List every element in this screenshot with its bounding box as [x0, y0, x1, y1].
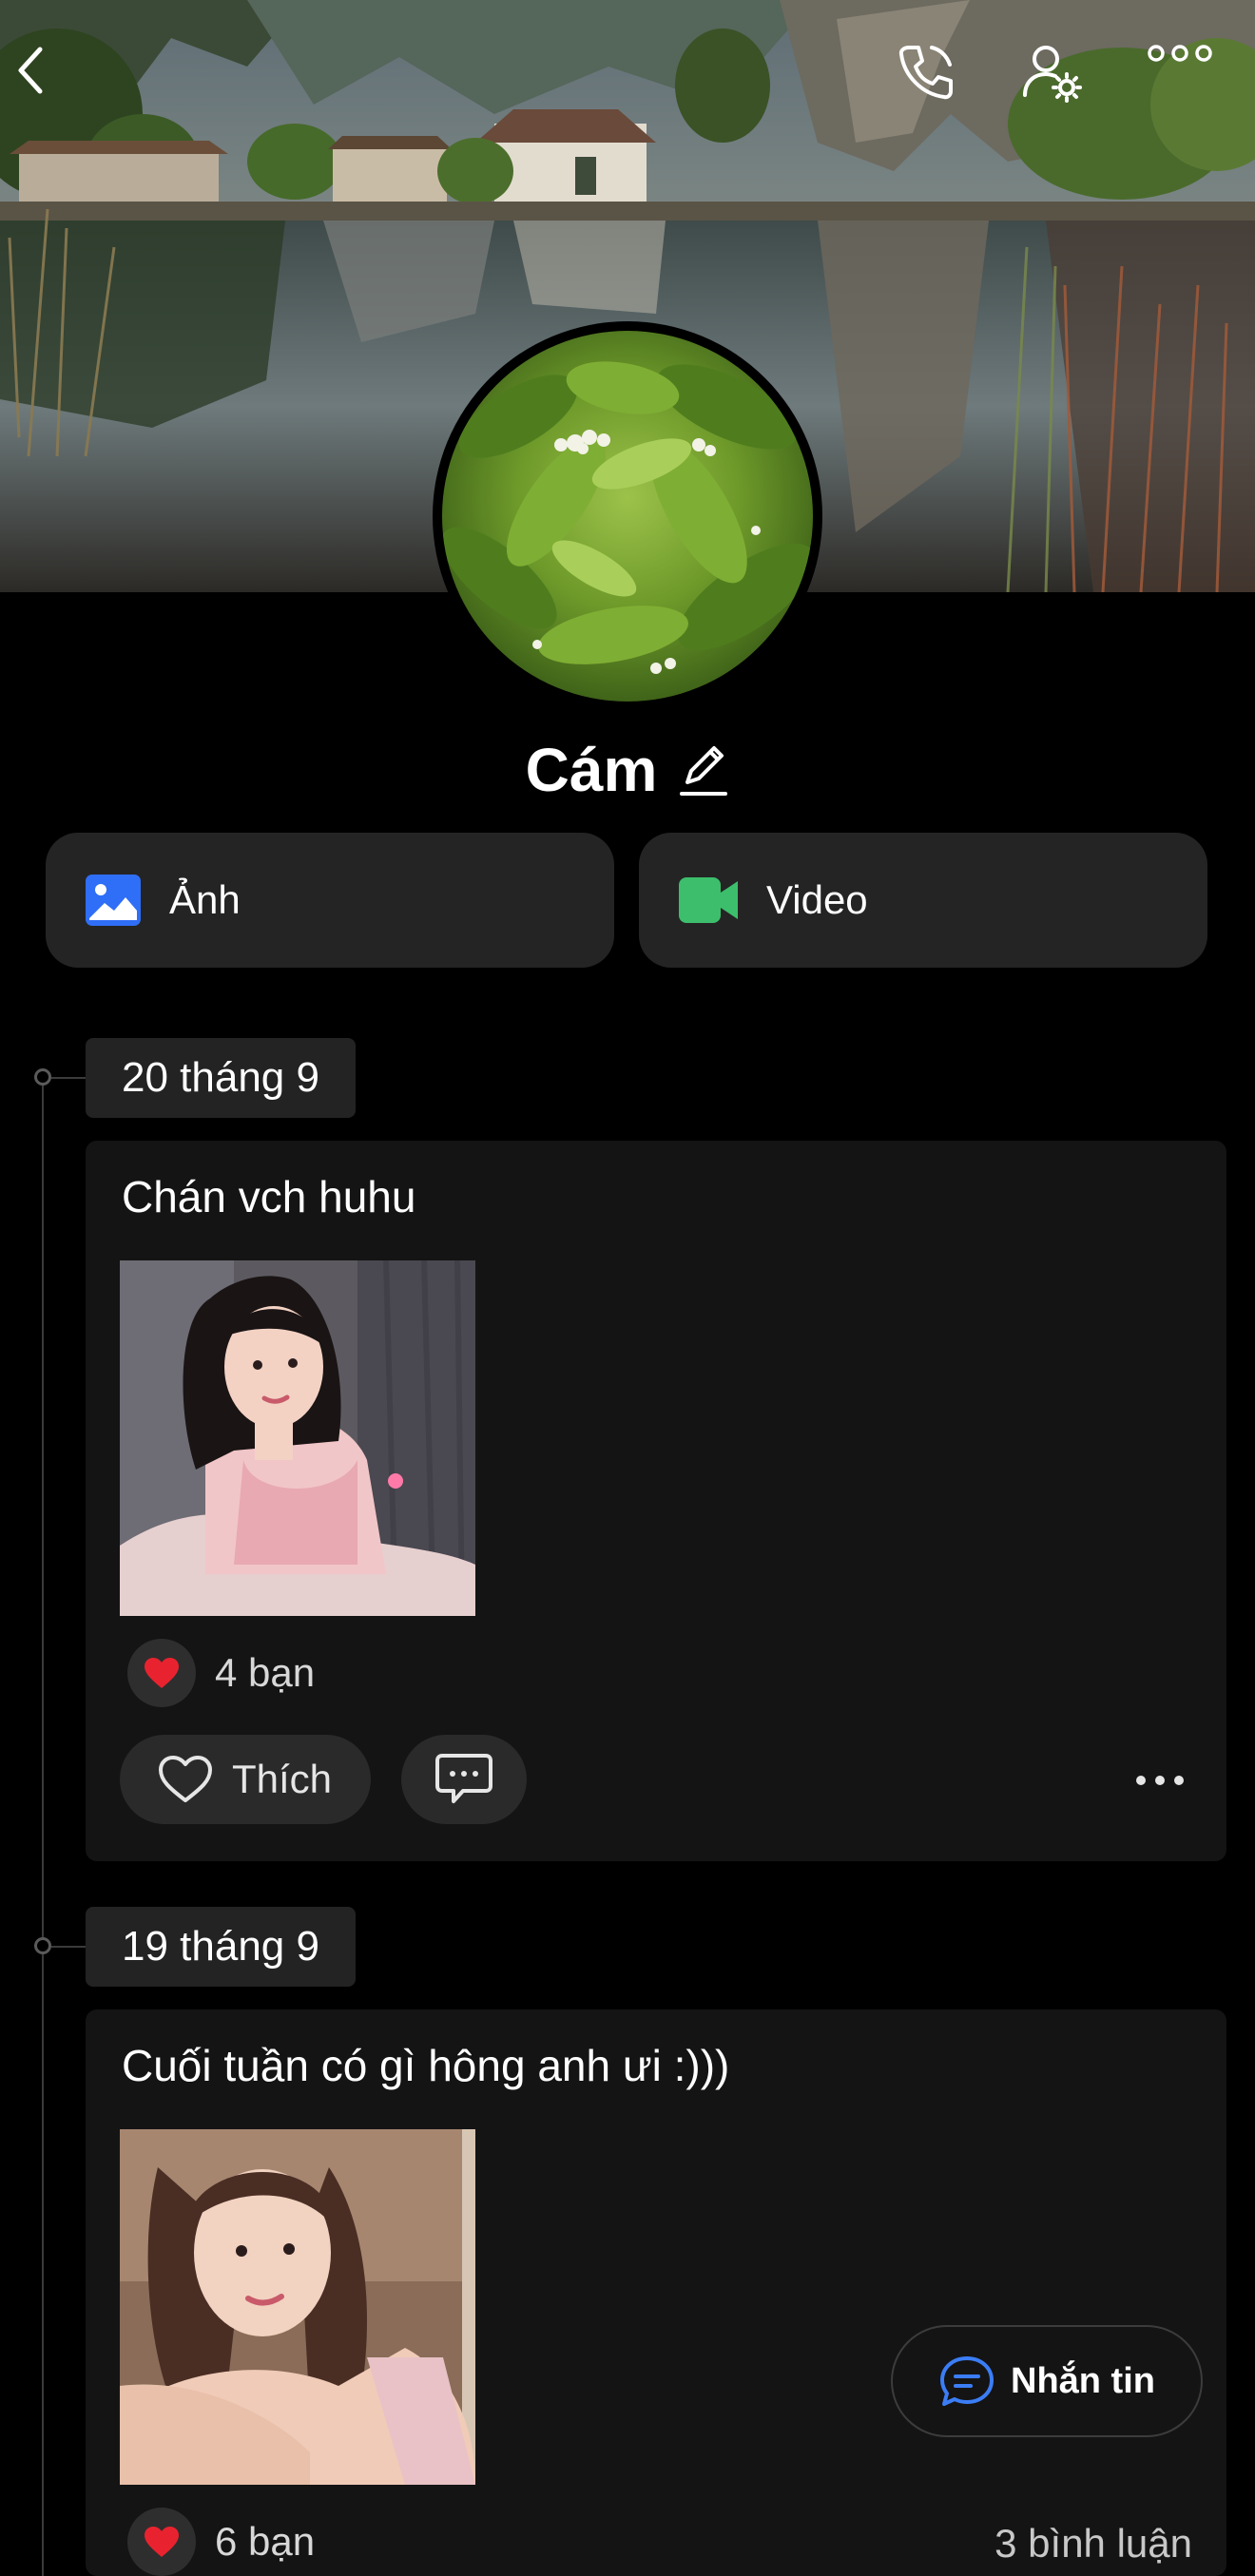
reaction-summary[interactable]: 4 bạn	[127, 1639, 315, 1707]
call-button[interactable]	[896, 42, 987, 133]
user-settings-icon	[1023, 46, 1082, 103]
send-message-button[interactable]: Nhắn tin	[891, 2325, 1203, 2437]
post-photo[interactable]	[120, 2129, 475, 2485]
post-text: Cuối tuần có gì hông anh ưi :)))	[122, 2041, 730, 2090]
send-message-label: Nhắn tin	[1011, 2360, 1155, 2401]
photos-label: Ảnh	[169, 877, 241, 922]
like-button[interactable]: Thích	[120, 1735, 371, 1824]
post-photo[interactable]	[120, 1260, 475, 1616]
avatar-image	[442, 331, 813, 702]
more-dots-icon	[1136, 1776, 1184, 1785]
heart-reaction-icon	[127, 1639, 196, 1707]
timeline-dot	[34, 1068, 89, 1086]
video-icon	[679, 877, 738, 923]
timeline-dot	[34, 1937, 89, 1954]
photo-icon	[86, 875, 141, 926]
comment-icon	[435, 1754, 492, 1803]
photos-button[interactable]: Ảnh	[46, 833, 614, 968]
timeline-line	[42, 1077, 44, 2576]
post-more-button[interactable]	[1122, 1752, 1198, 1809]
comment-count[interactable]: 3 bình luận	[994, 2521, 1192, 2566]
pencil-icon[interactable]	[678, 740, 729, 799]
post-text: Chán vch huhu	[122, 1172, 416, 1221]
profile-name: Cám	[525, 736, 658, 804]
videos-button[interactable]: Video	[639, 833, 1207, 968]
reaction-count: 4 bạn	[215, 1650, 316, 1695]
phone-icon	[898, 46, 953, 100]
post-card[interactable]: Chán vch huhu 4 bạn Thích	[86, 1141, 1226, 1861]
back-button[interactable]	[11, 42, 103, 133]
profile-name-row: Cám	[0, 732, 1255, 808]
profile-page: Cám Ảnh Video 20 tháng 9 Chán vch huhu 4…	[0, 0, 1255, 2576]
post-photo-image	[120, 1260, 475, 1616]
reaction-count: 6 bạn	[215, 2519, 316, 2564]
post-date: 19 tháng 9	[86, 1907, 356, 1987]
reaction-summary[interactable]: 6 bạn	[127, 2508, 315, 2576]
comment-button[interactable]	[401, 1735, 527, 1824]
post-photo-image	[120, 2129, 475, 2485]
heart-icon	[145, 2527, 179, 2557]
post-date: 20 tháng 9	[86, 1038, 356, 1118]
heart-outline-icon	[159, 1756, 212, 1802]
heart-reaction-icon	[127, 2508, 196, 2576]
chevron-left-icon	[18, 47, 43, 94]
post-card[interactable]: Cuối tuần có gì hông anh ưi :))) 6 bạn 3…	[86, 2009, 1226, 2576]
more-horizontal-icon	[1148, 45, 1212, 62]
chat-bubble-icon	[940, 2356, 994, 2406]
videos-label: Video	[766, 877, 868, 922]
more-button[interactable]	[1147, 42, 1238, 133]
avatar-leaves	[442, 361, 813, 674]
avatar[interactable]	[433, 321, 822, 711]
profile-settings-button[interactable]	[1021, 42, 1112, 133]
like-label: Thích	[232, 1757, 333, 1801]
heart-icon	[145, 1658, 179, 1688]
